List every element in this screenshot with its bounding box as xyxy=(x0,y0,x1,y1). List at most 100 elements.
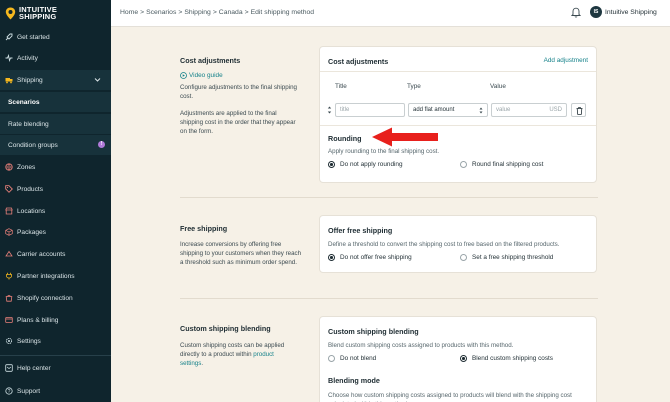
video-guide-link[interactable]: Video guide xyxy=(180,72,223,79)
sidebar-item-label: Rate blending xyxy=(8,120,49,128)
sidebar-item-zones[interactable]: Zones xyxy=(0,157,111,177)
col-title-header: Title xyxy=(335,83,347,90)
radio-do-not-blend[interactable]: Do not blend xyxy=(328,355,376,362)
col-value-header: Value xyxy=(490,83,506,90)
custom-blending-card-title: Custom shipping blending xyxy=(328,327,419,336)
shopify-icon xyxy=(5,294,13,302)
custom-blending-section-title: Custom shipping blending xyxy=(180,324,271,333)
sidebar-item-activity[interactable]: Activity xyxy=(0,48,111,68)
breadcrumb-separator: > xyxy=(140,9,145,16)
sidebar-item-carrier-accounts[interactable]: Carrier accounts xyxy=(0,244,111,264)
sidebar-item-label: Partner integrations xyxy=(17,272,75,280)
globe-icon xyxy=(5,163,13,171)
breadcrumb-separator: > xyxy=(212,9,217,16)
box-icon xyxy=(5,228,13,236)
free-shipping-card-title: Offer free shipping xyxy=(328,226,393,235)
bell-icon[interactable] xyxy=(571,7,581,18)
radio-circle xyxy=(460,161,467,168)
support-icon: ? xyxy=(5,387,13,395)
sidebar-item-scenarios[interactable]: Scenarios xyxy=(0,92,111,112)
sidebar-item-rate-blending[interactable]: Rate blending xyxy=(0,114,111,134)
add-adjustment-link[interactable]: Add adjustment xyxy=(544,57,588,64)
sidebar-item-label: Condition groups xyxy=(8,141,58,149)
sidebar-item-get-started[interactable]: Get started xyxy=(0,27,111,47)
adjustment-type-value: add flat amount xyxy=(413,107,455,113)
blending-mode-title: Blending mode xyxy=(328,376,380,385)
adjustment-value-placeholder: value xyxy=(496,107,511,113)
app-logo[interactable]: INTUITIVE SHIPPING xyxy=(0,0,111,26)
drag-handle-icon[interactable] xyxy=(327,106,332,114)
carrier-icon xyxy=(5,250,13,258)
sidebar-item-label: Support xyxy=(17,387,41,395)
section-divider xyxy=(180,197,598,198)
custom-blending-text: Blend custom shipping costs assigned to … xyxy=(328,342,514,349)
radio-circle-selected xyxy=(328,254,335,261)
sidebar-item-support[interactable]: ? Support xyxy=(0,381,111,401)
sidebar-item-shopify-connection[interactable]: Shopify connection xyxy=(0,288,111,308)
free-shipping-text: Define a threshold to convert the shippi… xyxy=(328,241,560,248)
free-shipping-desc: Increase conversions by offering free sh… xyxy=(180,241,302,266)
radio-circle xyxy=(460,254,467,261)
radio-label: Blend custom shipping costs xyxy=(472,355,553,362)
sidebar-item-products[interactable]: Products xyxy=(0,179,111,199)
rounding-title: Rounding xyxy=(328,134,362,143)
account-name[interactable]: Intuitive Shipping xyxy=(605,9,657,16)
sidebar-item-settings[interactable]: Settings xyxy=(0,331,111,351)
currency-suffix: USD xyxy=(549,107,562,113)
cost-adjustments-section-title: Cost adjustments xyxy=(180,56,241,65)
radio-blend-custom-costs[interactable]: Blend custom shipping costs xyxy=(460,355,553,362)
sidebar: INTUITIVE SHIPPING Get started Activity … xyxy=(0,0,111,402)
radio-label: Set a free shipping threshold xyxy=(472,254,554,261)
sidebar-item-partner-integrations[interactable]: Partner integrations xyxy=(0,266,111,286)
radio-label: Do not blend xyxy=(340,355,377,362)
select-arrows-icon xyxy=(479,107,483,114)
radio-no-free-shipping[interactable]: Do not offer free shipping xyxy=(328,254,412,261)
sidebar-item-plans-billing[interactable]: Plans & billing xyxy=(0,310,111,330)
free-shipping-section-title: Free shipping xyxy=(180,224,228,233)
breadcrumb-canada[interactable]: Canada xyxy=(219,9,243,16)
avatar[interactable]: IS xyxy=(590,6,602,18)
sidebar-item-locations[interactable]: Locations xyxy=(0,201,111,221)
col-type-header: Type xyxy=(407,83,421,90)
radio-circle-selected xyxy=(460,355,467,362)
chevron-down-icon[interactable] xyxy=(94,76,101,83)
radio-circle-selected xyxy=(328,161,335,168)
sidebar-item-condition-groups[interactable]: Condition groups ! xyxy=(0,135,111,155)
breadcrumb-separator: > xyxy=(244,9,249,16)
adjustment-title-input[interactable]: title xyxy=(335,103,405,117)
sidebar-item-label: Products xyxy=(17,185,44,193)
help-icon xyxy=(5,364,13,372)
activity-icon xyxy=(5,54,13,62)
sidebar-item-label: Scenarios xyxy=(8,98,40,106)
gear-icon xyxy=(5,337,13,345)
radio-free-shipping-threshold[interactable]: Set a free shipping threshold xyxy=(460,254,553,261)
radio-round-final[interactable]: Round final shipping cost xyxy=(460,161,543,168)
breadcrumb-scenarios[interactable]: Scenarios xyxy=(146,9,176,16)
sidebar-item-label: Activity xyxy=(17,54,38,62)
svg-text:?: ? xyxy=(8,389,11,395)
radio-do-not-round[interactable]: Do not apply rounding xyxy=(328,161,403,168)
radio-label: Round final shipping cost xyxy=(472,161,544,168)
rounding-text: Apply rounding to the final shipping cos… xyxy=(328,148,440,155)
sidebar-item-label: Zones xyxy=(17,163,36,171)
breadcrumb-shipping[interactable]: Shipping xyxy=(184,9,210,16)
section-divider xyxy=(180,298,598,299)
sidebar-item-label: Plans & billing xyxy=(17,316,59,324)
sidebar-item-label: Help center xyxy=(17,364,51,372)
radio-label: Do not offer free shipping xyxy=(340,254,412,261)
logo-pin-icon xyxy=(5,7,16,19)
cost-adjustments-desc: Configure adjustments to the final shipp… xyxy=(180,84,297,100)
delete-adjustment-button[interactable] xyxy=(571,103,586,117)
annotation-arrow xyxy=(372,127,438,147)
adjustment-type-select[interactable]: add flat amount xyxy=(408,103,488,117)
sidebar-item-help-center[interactable]: Help center xyxy=(0,358,111,378)
breadcrumb-current: Edit shipping method xyxy=(250,9,315,16)
sidebar-item-label: Locations xyxy=(17,207,46,215)
adjustment-value-input[interactable]: value USD xyxy=(491,103,567,117)
sidebar-item-shipping[interactable]: Shipping xyxy=(0,70,111,90)
top-bar: Home > Scenarios > Shipping > Canada > E… xyxy=(111,0,670,27)
sidebar-item-packages[interactable]: Packages xyxy=(0,222,111,242)
radio-circle xyxy=(328,355,335,362)
sidebar-item-label: Carrier accounts xyxy=(17,250,66,258)
breadcrumb-home[interactable]: Home xyxy=(120,9,138,16)
